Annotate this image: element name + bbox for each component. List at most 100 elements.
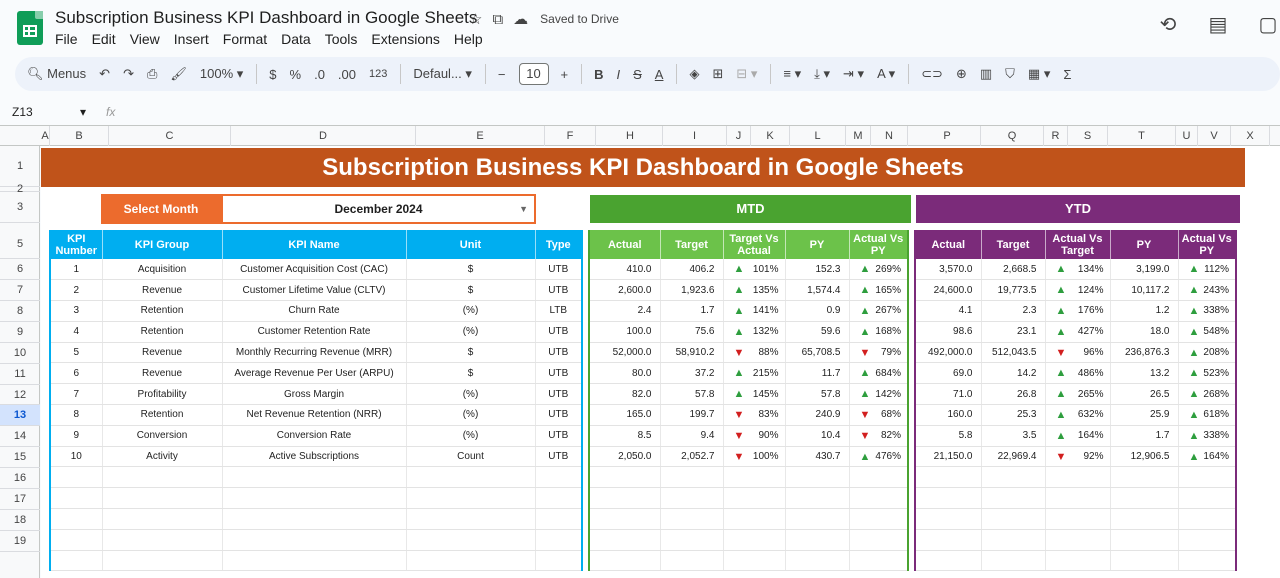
table-cell[interactable]: 165.0: [589, 404, 661, 426]
decrease-decimal-button[interactable]: .0: [314, 67, 325, 82]
table-cell[interactable]: [1178, 550, 1237, 572]
table-cell[interactable]: 430.7: [785, 446, 850, 468]
table-cell[interactable]: $: [406, 279, 536, 302]
table-cell[interactable]: [785, 529, 850, 551]
table-cell[interactable]: [589, 508, 661, 530]
column-header[interactable]: Q: [981, 126, 1044, 146]
table-cell[interactable]: 1,574.4: [785, 279, 850, 302]
increase-decimal-button[interactable]: .00: [338, 67, 356, 82]
table-cell[interactable]: 1.2: [1110, 300, 1179, 322]
table-cell[interactable]: Customer Retention Rate: [222, 321, 407, 343]
table-cell[interactable]: [849, 508, 909, 530]
table-cell[interactable]: 26.5: [1110, 383, 1179, 406]
table-cell[interactable]: Count: [406, 446, 536, 468]
table-cell[interactable]: ▼ 90%: [723, 425, 786, 447]
row-header[interactable]: 12: [0, 385, 40, 405]
menu-help[interactable]: Help: [454, 31, 491, 47]
table-cell[interactable]: 1,923.6: [660, 279, 724, 302]
table-cell[interactable]: Revenue: [102, 279, 223, 302]
table-cell[interactable]: 2.4: [589, 300, 661, 322]
table-cell[interactable]: 410.0: [589, 259, 661, 281]
document-title[interactable]: Subscription Business KPI Dashboard in G…: [55, 8, 477, 28]
table-cell[interactable]: ▲ 215%: [723, 362, 786, 385]
table-cell[interactable]: 71.0: [915, 383, 982, 406]
table-cell[interactable]: [222, 487, 407, 510]
table-cell[interactable]: $: [406, 259, 536, 281]
text-wrap-icon[interactable]: ⇥ ▾: [843, 66, 864, 82]
table-cell[interactable]: ▲ 268%: [1178, 383, 1237, 406]
row-header[interactable]: 10: [0, 343, 40, 364]
table-cell[interactable]: [849, 487, 909, 510]
move-folder-icon[interactable]: ⧉: [492, 11, 503, 28]
table-cell[interactable]: ▲ 142%: [849, 383, 909, 406]
table-cell[interactable]: ▲ 523%: [1178, 362, 1237, 385]
table-cell[interactable]: [1110, 466, 1179, 489]
table-cell[interactable]: ▼ 96%: [1045, 342, 1111, 364]
table-cell[interactable]: ▲ 269%: [849, 259, 909, 281]
table-cell[interactable]: 98.6: [915, 321, 982, 343]
table-cell[interactable]: (%): [406, 404, 536, 426]
column-header[interactable]: V: [1198, 126, 1231, 146]
currency-format-button[interactable]: $: [269, 67, 276, 82]
row-header[interactable]: 15: [0, 447, 40, 468]
increase-font-icon[interactable]: +: [561, 67, 569, 82]
menu-tools[interactable]: Tools: [325, 31, 366, 47]
more-formats-button[interactable]: 123: [369, 68, 387, 80]
table-cell[interactable]: 2,600.0: [589, 279, 661, 302]
column-header[interactable]: U: [1176, 126, 1198, 146]
table-cell[interactable]: Customer Acquisition Cost (CAC): [222, 259, 407, 281]
table-cell[interactable]: $: [406, 362, 536, 385]
table-cell[interactable]: 65,708.5: [785, 342, 850, 364]
table-cell[interactable]: 23.1: [981, 321, 1046, 343]
table-cell[interactable]: 2,052.7: [660, 446, 724, 468]
table-cell[interactable]: 1.7: [660, 300, 724, 322]
table-cell[interactable]: ▼ 100%: [723, 446, 786, 468]
table-cell[interactable]: 69.0: [915, 362, 982, 385]
meet-icon[interactable]: ▢: [1256, 12, 1280, 37]
column-header[interactable]: B: [50, 126, 109, 146]
table-cell[interactable]: 492,000.0: [915, 342, 982, 364]
table-cell[interactable]: 13.2: [1110, 362, 1179, 385]
column-header[interactable]: T: [1108, 126, 1176, 146]
text-rotation-icon[interactable]: A ▾: [877, 66, 895, 82]
column-header[interactable]: A: [41, 126, 50, 146]
table-cell[interactable]: UTB: [535, 321, 583, 343]
star-icon[interactable]: ☆: [469, 10, 482, 28]
table-cell[interactable]: Retention: [102, 321, 223, 343]
table-cell[interactable]: 24,600.0: [915, 279, 982, 302]
table-cell[interactable]: ▲ 427%: [1045, 321, 1111, 343]
table-cell[interactable]: Conversion: [102, 425, 223, 447]
table-cell[interactable]: 57.8: [785, 383, 850, 406]
table-cell[interactable]: 4.1: [915, 300, 982, 322]
table-cell[interactable]: ▲ 632%: [1045, 404, 1111, 426]
comments-icon[interactable]: ▤: [1206, 12, 1230, 37]
table-cell[interactable]: [981, 550, 1046, 572]
table-cell[interactable]: 152.3: [785, 259, 850, 281]
table-cell[interactable]: ▲ 338%: [1178, 300, 1237, 322]
table-cell[interactable]: 58,910.2: [660, 342, 724, 364]
decrease-font-icon[interactable]: −: [498, 67, 506, 82]
table-cell[interactable]: [50, 466, 103, 489]
row-header[interactable]: 6: [0, 259, 40, 280]
table-cell[interactable]: 3,570.0: [915, 259, 982, 281]
table-cell[interactable]: [1110, 508, 1179, 530]
table-cell[interactable]: ▲ 134%: [1045, 259, 1111, 281]
table-cell[interactable]: ▼ 92%: [1045, 446, 1111, 468]
table-cell[interactable]: 75.6: [660, 321, 724, 343]
month-dropdown[interactable]: December 2024 ▼: [221, 194, 536, 224]
table-cell[interactable]: ▲ 124%: [1045, 279, 1111, 302]
table-cell[interactable]: [50, 529, 103, 551]
table-cell[interactable]: UTB: [535, 259, 583, 281]
table-cell[interactable]: (%): [406, 383, 536, 406]
row-header[interactable]: 3: [0, 192, 40, 223]
version-history-icon[interactable]: ⟲: [1156, 12, 1180, 37]
table-cell[interactable]: ▲ 145%: [723, 383, 786, 406]
bold-icon[interactable]: B: [594, 67, 603, 82]
row-header[interactable]: 19: [0, 531, 40, 552]
row-header[interactable]: 14: [0, 426, 40, 447]
table-cell[interactable]: ▲ 243%: [1178, 279, 1237, 302]
table-cell[interactable]: ▲ 208%: [1178, 342, 1237, 364]
table-cell[interactable]: ▲ 164%: [1178, 446, 1237, 468]
table-cell[interactable]: [915, 529, 982, 551]
table-cell[interactable]: 2,668.5: [981, 259, 1046, 281]
